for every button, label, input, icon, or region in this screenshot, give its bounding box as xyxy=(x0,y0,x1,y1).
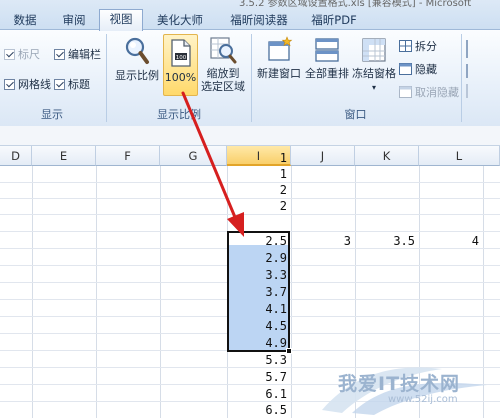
window-title: 3.5.2 参数区域设置格式.xls [兼容模式] - Microsoft xyxy=(239,0,472,9)
hide-button[interactable]: 隐藏 xyxy=(399,61,437,79)
cell-l5[interactable]: 4 xyxy=(421,233,479,249)
grid-line xyxy=(291,166,292,418)
freeze-panes-icon xyxy=(362,38,386,62)
cell-i2[interactable]: 1 xyxy=(229,166,287,182)
checkbox-icon xyxy=(4,49,15,60)
freeze-panes-button[interactable]: 冻结窗格 ▾ xyxy=(351,36,397,106)
group-label-show: 显示 xyxy=(41,108,63,121)
new-window-button[interactable]: 新建窗口 xyxy=(254,36,304,98)
gridlines-checkbox[interactable]: 网格线 xyxy=(4,77,51,93)
formula-bar-checkbox[interactable]: 编辑栏 xyxy=(54,47,101,63)
zoom-to-selection-button[interactable]: 缩放到 选定区域 xyxy=(200,36,246,106)
new-window-icon xyxy=(268,36,293,61)
tab-beautify-master[interactable]: 美化大师 xyxy=(150,11,210,30)
ribbon-overflow-partial xyxy=(466,40,500,100)
magnifier-icon xyxy=(125,37,149,64)
checkbox-icon xyxy=(4,79,15,90)
group-label-zoom: 显示比例 xyxy=(157,108,201,121)
arrange-all-icon xyxy=(315,38,339,62)
cell-j5[interactable]: 3 xyxy=(293,233,351,249)
cell-i14[interactable]: 6.1 xyxy=(229,386,287,402)
unhide-icon xyxy=(399,86,412,98)
cell-i13[interactable]: 5.7 xyxy=(229,369,287,385)
zoom-selection-icon xyxy=(210,37,237,64)
formula-bar[interactable] xyxy=(0,126,500,146)
group-label-window: 窗口 xyxy=(344,108,367,121)
column-header-l[interactable]: L xyxy=(419,146,500,166)
tab-review[interactable]: 审阅 xyxy=(56,11,92,30)
checkbox-icon xyxy=(54,49,65,60)
column-header-f[interactable]: F xyxy=(96,146,160,166)
column-header-e[interactable]: E xyxy=(32,146,96,166)
cell-i3[interactable]: 2 xyxy=(229,182,287,198)
cell-i11[interactable]: 4.9 xyxy=(229,335,287,351)
cell-i6[interactable]: 2.9 xyxy=(229,250,287,266)
arrange-all-button[interactable]: 全部重排 xyxy=(304,36,350,98)
grid-line xyxy=(96,166,97,418)
group-separator xyxy=(461,34,462,122)
hide-icon xyxy=(399,63,412,75)
tab-view[interactable]: 视图 xyxy=(99,9,143,31)
column-header-j[interactable]: J xyxy=(291,146,355,166)
watermark-text: 我爱IT技术网 xyxy=(338,373,461,395)
checkbox-icon xyxy=(54,79,65,90)
zoom-button[interactable]: 显示比例 xyxy=(112,36,162,98)
tab-foxit-pdf[interactable]: 福昕PDF xyxy=(303,11,365,30)
cell-i9[interactable]: 4.1 xyxy=(229,301,287,317)
cell-i4[interactable]: 2 xyxy=(229,198,287,214)
cell-i10[interactable]: 4.5 xyxy=(229,318,287,334)
ribbon-tab-bar: 3.5.2 参数区域设置格式.xls [兼容模式] - Microsoft 数据… xyxy=(0,0,500,31)
watermark-url: www.52ij.com xyxy=(388,394,458,405)
headings-checkbox[interactable]: 标题 xyxy=(54,77,90,93)
tab-data[interactable]: 数据 xyxy=(7,11,43,30)
grid-line xyxy=(160,166,161,418)
cell-i1[interactable]: 1 xyxy=(229,150,287,166)
cell-i8[interactable]: 3.7 xyxy=(229,284,287,300)
group-separator xyxy=(251,34,252,122)
tab-foxit-reader[interactable]: 福昕阅读器 xyxy=(222,11,296,30)
column-header-d[interactable]: D xyxy=(0,146,32,166)
column-header-k[interactable]: K xyxy=(355,146,419,166)
svg-text:100: 100 xyxy=(175,55,186,61)
ribbon-body: 标尺 编辑栏 网格线 标题 显示 显示比例 100 100% 缩放到 选定区域 … xyxy=(0,30,500,126)
group-separator xyxy=(106,34,107,122)
unhide-button[interactable]: 取消隐藏 xyxy=(399,84,459,102)
ruler-checkbox[interactable]: 标尺 xyxy=(4,47,40,63)
page-100-icon: 100 xyxy=(170,39,191,67)
split-button[interactable]: 拆分 xyxy=(399,38,437,56)
cell-i15[interactable]: 6.5 xyxy=(229,402,287,418)
split-icon xyxy=(399,40,412,52)
cell-i5[interactable]: 2.5 xyxy=(229,233,287,249)
row-grid-line xyxy=(0,214,500,215)
grid-line xyxy=(32,166,33,418)
cell-i12[interactable]: 5.3 xyxy=(229,352,287,368)
cell-i7[interactable]: 3.3 xyxy=(229,267,287,283)
column-header-g[interactable]: G xyxy=(160,146,227,166)
zoom-100-button[interactable]: 100 100% xyxy=(163,34,198,96)
cell-k5[interactable]: 3.5 xyxy=(357,233,415,249)
